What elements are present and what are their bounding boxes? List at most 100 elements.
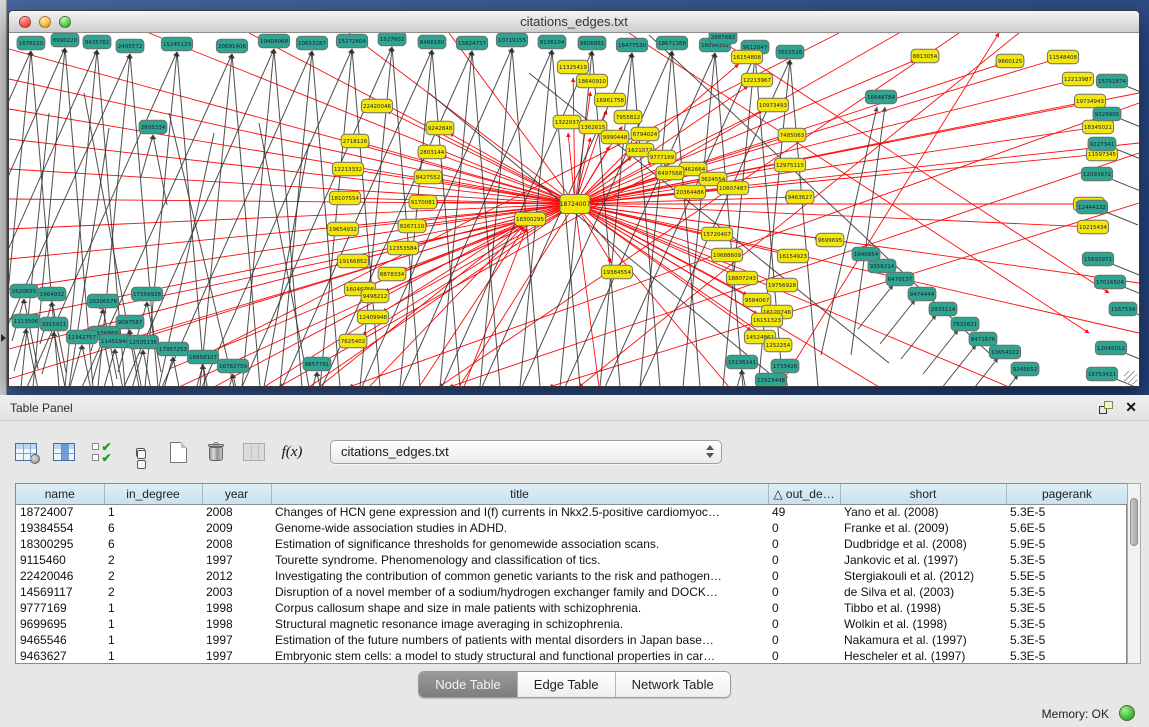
graph-node[interactable]: 17957253 (157, 342, 188, 356)
function-builder-icon[interactable]: f(x) (278, 438, 306, 466)
graph-node[interactable]: 12045012 (1095, 341, 1126, 355)
graph-node[interactable]: 7485063 (778, 128, 806, 142)
table-row[interactable]: 1938455462009Genome-wide association stu… (16, 520, 1128, 536)
graph-node[interactable]: 9097587 (116, 315, 144, 329)
graph-node[interactable]: 15245123 (161, 37, 192, 51)
graph-node[interactable]: 2803144 (418, 145, 446, 159)
select-columns-icon[interactable]: ✔ ✔ (88, 438, 116, 466)
column-header-name[interactable]: name (16, 484, 104, 504)
close-panel-icon[interactable]: ✕ (1125, 399, 1137, 416)
graph-node[interactable]: 18345021 (1082, 120, 1113, 134)
graph-node[interactable]: 2887682 (709, 33, 737, 44)
graph-node[interactable]: 1527602 (378, 33, 406, 46)
graph-node[interactable]: 1322037 (553, 115, 581, 129)
graph-node[interactable]: 1964932 (38, 287, 66, 301)
column-header-year[interactable]: year (202, 484, 271, 504)
graph-node[interactable]: 8136104 (538, 35, 566, 49)
graph-node[interactable]: 17359928 (131, 287, 162, 301)
graph-node[interactable]: 10654022 (989, 345, 1020, 359)
network-canvas[interactable]: 1676150899022094357622405572152451232069… (9, 33, 1139, 386)
graph-node[interactable]: 11451944 (99, 334, 130, 348)
graph-node[interactable]: 16151323 (751, 313, 782, 327)
graph-node[interactable]: 9170081 (409, 195, 437, 209)
table-row[interactable]: 1830029562008Estimation of significance … (16, 536, 1128, 552)
graph-node[interactable]: 19384554 (601, 265, 632, 279)
graph-node[interactable]: 10719155 (496, 33, 527, 47)
graph-node[interactable]: 12342757 (66, 330, 97, 344)
graph-node[interactable]: 8878334 (378, 267, 406, 281)
graph-node[interactable]: 10653287 (296, 36, 327, 50)
graph-node[interactable]: 9857791 (303, 357, 331, 371)
column-header-short[interactable]: short (840, 484, 1006, 504)
graph-node[interactable]: 2620655 (10, 284, 38, 298)
table-header-row[interactable]: namein_degreeyeartitle△ out_de…shortpage… (16, 484, 1128, 504)
graph-node[interactable]: 18300295 (514, 212, 545, 226)
graph-node[interactable]: 12409948 (357, 310, 388, 324)
graph-node[interactable]: 20691406 (216, 39, 247, 53)
memory-ok-indicator[interactable] (1119, 705, 1135, 721)
graph-node[interactable]: 10973493 (757, 98, 788, 112)
graph-node[interactable]: 12093872 (1081, 167, 1112, 181)
graph-node[interactable]: 12975115 (774, 158, 805, 172)
graph-node[interactable]: 12213987 (1062, 72, 1093, 86)
graph-node[interactable]: 16958107 (187, 350, 218, 364)
graph-node[interactable]: 2933114 (929, 302, 957, 316)
column-header-pagerank[interactable]: pagerank (1006, 484, 1128, 504)
table-column-icon[interactable] (50, 438, 78, 466)
graph-node[interactable]: 19734943 (1074, 94, 1105, 108)
table-settings-icon[interactable] (12, 438, 40, 466)
graph-node[interactable]: 15720407 (701, 227, 732, 241)
graph-node[interactable]: 10215434 (1077, 220, 1108, 234)
graph-node[interactable]: 20206576 (87, 294, 118, 308)
collapsed-panel-strip[interactable] (0, 0, 7, 395)
graph-node[interactable]: 12505135 (127, 335, 158, 349)
graph-node[interactable]: 8813054 (911, 49, 939, 63)
graph-node[interactable]: 2718126 (341, 134, 369, 148)
graph-node[interactable]: 9860125 (996, 54, 1024, 68)
graph-node[interactable]: 6497568 (656, 166, 684, 180)
table-row[interactable]: 2242004622012Investigating the contribut… (16, 568, 1128, 584)
graph-node[interactable]: 15136141 (726, 355, 757, 369)
graph-node[interactable]: 12213332 (332, 162, 363, 176)
tab-edge-table[interactable]: Edge Table (518, 672, 616, 697)
graph-node[interactable]: 10688609 (711, 248, 742, 262)
graph-node[interactable]: 15692971 (1082, 252, 1113, 266)
graph-node[interactable]: 12213967 (741, 73, 772, 87)
graph-node[interactable]: 7625402 (339, 334, 367, 348)
table-row[interactable]: 911546021997Tourette syndrome. Phenomeno… (16, 552, 1128, 568)
table-row[interactable]: 1456911722003Disruption of a novel membe… (16, 584, 1128, 600)
node-table[interactable]: namein_degreeyeartitle△ out_de…shortpage… (15, 483, 1127, 664)
graph-node[interactable]: 19404068 (258, 34, 289, 48)
graph-node[interactable]: 9329965 (1093, 107, 1121, 121)
window-resize-grip[interactable] (1124, 371, 1137, 384)
table-vertical-scrollbar[interactable] (1127, 483, 1141, 664)
graph-node[interactable]: 8267110 (398, 219, 426, 233)
graph-node[interactable]: 9990448 (601, 130, 629, 144)
network-view-window[interactable]: citations_edges.txt 16761508990220943576… (8, 10, 1140, 387)
new-table-icon[interactable] (164, 438, 192, 466)
graph-node[interactable]: 9358214 (868, 259, 896, 273)
graph-node[interactable]: 9699695 (816, 233, 844, 247)
graph-node[interactable]: 9435762 (83, 35, 111, 49)
graph-node[interactable]: 6479137 (886, 272, 914, 286)
graph-node[interactable]: 9777169 (648, 150, 676, 164)
graph-node[interactable]: 12923448 (755, 373, 786, 386)
graph-node[interactable]: 8427552 (414, 170, 442, 184)
graph-node[interactable]: 2405572 (116, 39, 144, 53)
graph-node[interactable]: 19166852 (337, 254, 368, 268)
graph-node[interactable]: 1252254 (764, 338, 792, 352)
table-row[interactable]: 946554611997Estimation of the future num… (16, 632, 1128, 648)
graph-node[interactable]: 16477530 (616, 38, 647, 52)
graph-node[interactable]: 3915911 (40, 317, 68, 331)
graph-node[interactable]: 9463627 (786, 190, 814, 204)
graph-node[interactable]: 1640954 (852, 247, 880, 261)
graph-node[interactable]: 16154923 (777, 249, 808, 263)
expand-panel-arrow-icon[interactable] (1, 334, 6, 342)
column-header-title[interactable]: title (271, 484, 768, 504)
graph-node[interactable]: 17016504 (1094, 275, 1125, 289)
graph-node[interactable]: 18107554 (329, 191, 360, 205)
graph-node[interactable]: 7615526 (776, 45, 804, 59)
delete-table-icon[interactable] (202, 438, 230, 466)
table-selector-dropdown[interactable]: citations_edges.txt (330, 440, 722, 464)
graph-node[interactable]: 8990220 (51, 33, 79, 47)
